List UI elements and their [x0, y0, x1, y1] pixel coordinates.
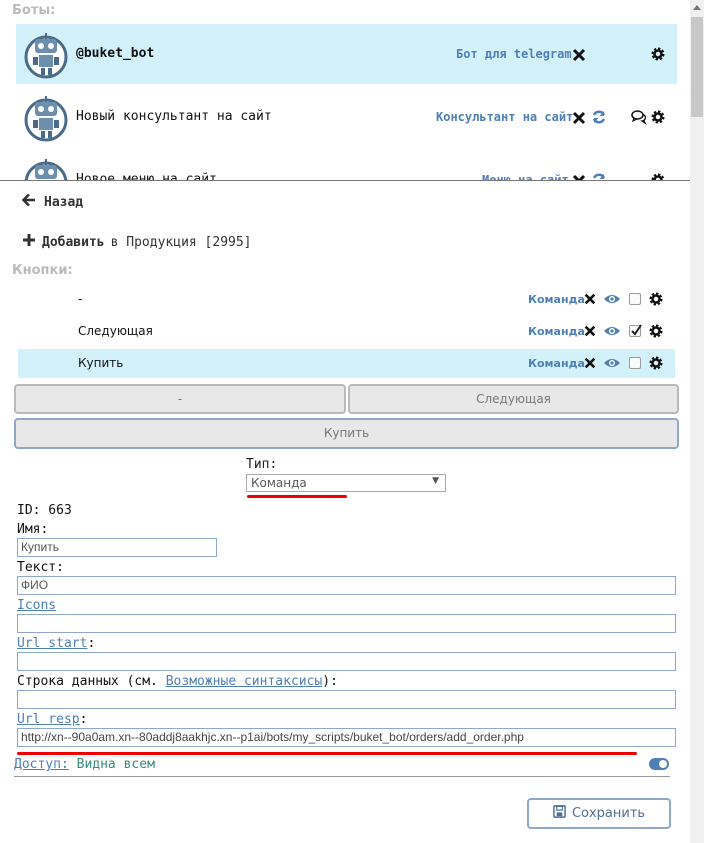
- preview-button[interactable]: Следующая: [348, 384, 679, 414]
- bot-avatar-icon: [21, 155, 71, 180]
- chevron-down-icon: ▼: [432, 476, 439, 486]
- save-button[interactable]: Сохранить: [527, 798, 671, 829]
- delete-icon[interactable]: [571, 110, 587, 126]
- highlight-underline: [247, 495, 347, 498]
- delete-icon[interactable]: [583, 324, 597, 338]
- icons-label: Icons: [17, 598, 56, 613]
- name-label: Имя:: [17, 522, 49, 537]
- scroll-thumb[interactable]: [691, 17, 703, 117]
- button-row[interactable]: - Команда: [18, 285, 675, 314]
- button-type: Команда: [528, 325, 585, 338]
- bot-avatar-icon: [21, 92, 71, 142]
- preview-button[interactable]: -: [14, 384, 346, 414]
- settings-icon[interactable]: [648, 355, 664, 371]
- chat-icon[interactable]: [631, 109, 647, 125]
- back-link[interactable]: Назад: [21, 193, 83, 211]
- eye-icon[interactable]: [603, 292, 621, 306]
- button-label[interactable]: Следующая: [78, 324, 153, 338]
- data-label-prefix: Строка данных (см.: [17, 674, 166, 689]
- add-context: в Продукция [2995]: [110, 234, 252, 250]
- syntax-link[interactable]: Возможные синтаксисы: [166, 674, 323, 689]
- icons-link[interactable]: Icons: [17, 598, 56, 613]
- access-row: Доступ: Видна всем: [14, 757, 155, 772]
- button-checkbox[interactable]: [629, 293, 641, 305]
- type-select[interactable]: Команда ▼: [246, 474, 446, 492]
- settings-icon[interactable]: [650, 109, 666, 125]
- bot-row-menu[interactable]: Новое меню на сайт Меню на сайт: [16, 150, 677, 181]
- save-label[interactable]: Сохранить: [572, 806, 645, 821]
- type-label: Тип:: [246, 457, 278, 472]
- url-resp-colon: :: [79, 712, 88, 727]
- button-checkbox[interactable]: [629, 357, 641, 369]
- refresh-icon[interactable]: [591, 172, 607, 180]
- bot-type: Бот для telegram: [456, 47, 572, 61]
- type-select-value: Команда: [251, 476, 307, 490]
- page-scrollbar[interactable]: [690, 0, 704, 843]
- bot-name[interactable]: Новый консультант на сайт: [76, 109, 272, 124]
- button-type: Команда: [528, 293, 585, 306]
- floppy-disk-icon: [553, 805, 566, 822]
- eye-icon[interactable]: [603, 356, 621, 370]
- data-label-suffix: ):: [322, 674, 338, 689]
- data-string-label: Строка данных (см. Возможные синтаксисы)…: [17, 674, 338, 689]
- button-label[interactable]: Купить: [78, 356, 123, 370]
- preview-button[interactable]: Купить: [14, 418, 679, 449]
- settings-icon[interactable]: [648, 323, 664, 339]
- text-input[interactable]: ФИО: [17, 576, 676, 595]
- settings-icon[interactable]: [650, 46, 666, 62]
- access-link[interactable]: Доступ:: [14, 757, 69, 772]
- eye-icon[interactable]: [603, 324, 621, 338]
- id-text: ID: 663: [17, 503, 72, 518]
- url-resp-input[interactable]: http://xn--90a0am.xn--80addj8aakhjc.xn--…: [17, 728, 676, 747]
- add-row: Добавить в Продукция [2995]: [22, 233, 252, 251]
- bot-name[interactable]: @buket_bot: [76, 46, 154, 61]
- bot-avatar-icon: [21, 29, 71, 79]
- divider: [14, 776, 670, 777]
- bot-row-buket-bot[interactable]: @buket_bot Бот для telegram: [16, 24, 677, 84]
- plus-icon[interactable]: [22, 233, 36, 251]
- delete-icon[interactable]: [583, 292, 597, 306]
- buttons-heading: Кнопки:: [12, 263, 73, 278]
- icons-input[interactable]: [17, 614, 676, 633]
- add-button[interactable]: Добавить: [42, 235, 105, 250]
- bot-name[interactable]: Новое меню на сайт: [76, 172, 217, 180]
- button-row[interactable]: Купить Команда: [18, 349, 675, 378]
- bot-row-consultant[interactable]: Новый консультант на сайт Консультант на…: [16, 87, 677, 147]
- refresh-icon[interactable]: [591, 109, 607, 125]
- settings-icon[interactable]: [648, 291, 664, 307]
- delete-icon[interactable]: [571, 47, 587, 63]
- bot-type: Консультант на сайт: [436, 110, 574, 124]
- delete-icon[interactable]: [583, 356, 597, 370]
- scroll-up-arrow-icon[interactable]: [690, 0, 704, 16]
- url-resp-link[interactable]: Url resp: [17, 712, 80, 727]
- url-resp-label: Url resp:: [17, 712, 87, 727]
- button-label[interactable]: -: [78, 292, 82, 306]
- url-start-link[interactable]: Url start: [17, 636, 87, 651]
- arrow-left-icon: [21, 193, 36, 211]
- text-label: Текст:: [17, 560, 64, 575]
- url-start-input[interactable]: [17, 652, 676, 671]
- button-type: Команда: [528, 357, 585, 370]
- bots-heading: Боты:: [12, 3, 56, 18]
- bots-panel: Боты: @buket_bot Бот для telegram Новый …: [0, 0, 690, 181]
- data-string-input[interactable]: [17, 690, 676, 709]
- button-checkbox[interactable]: [629, 324, 642, 337]
- bot-type: Меню на сайт: [482, 173, 569, 181]
- url-start-label: Url start:: [17, 636, 95, 651]
- access-value: Видна всем: [76, 757, 155, 772]
- url-start-colon: :: [87, 636, 96, 651]
- highlight-underline: [17, 752, 637, 755]
- button-row[interactable]: Следующая Команда: [18, 317, 675, 346]
- access-toggle[interactable]: [649, 758, 669, 770]
- settings-icon[interactable]: [650, 172, 666, 180]
- back-label[interactable]: Назад: [44, 195, 83, 210]
- delete-icon[interactable]: [571, 173, 587, 180]
- name-input[interactable]: Купить: [17, 538, 217, 557]
